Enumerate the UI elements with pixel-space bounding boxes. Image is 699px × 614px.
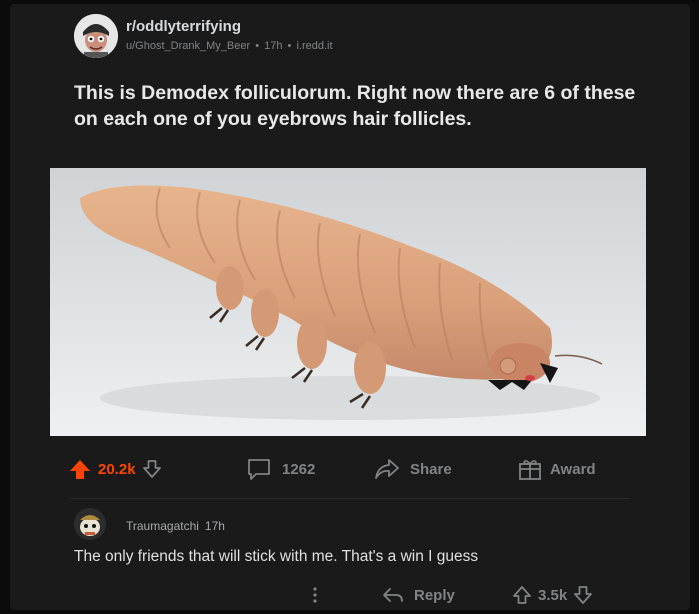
share-button[interactable]: Share [374,456,452,482]
reply-label: Reply [414,586,455,604]
section-divider [70,498,630,499]
reply-arrow-icon [382,586,404,604]
share-arrow-icon [374,458,400,480]
downvote-arrow-icon[interactable] [573,585,593,605]
more-vertical-icon[interactable] [312,582,318,608]
comment-meta: Traumagatchi 17h [126,519,225,533]
subreddit-avatar[interactable] [74,14,118,58]
meta-separator: • [255,40,260,52]
share-label: Share [410,460,452,478]
comment-count: 1262 [282,460,316,478]
comment-actions-bar: Reply 3.5k [300,582,640,606]
post-age: 17h [264,40,283,52]
upvote-arrow-icon[interactable] [68,457,92,481]
meta-separator: • [287,40,292,52]
upvote-count: 20.2k [98,460,136,478]
upvote-arrow-icon[interactable] [512,585,532,605]
post-title[interactable]: This is Demodex folliculorum. Right now … [74,80,644,132]
comment-vote-group: 3.5k [512,582,593,608]
comment-score: 3.5k [538,586,568,604]
author-link[interactable]: u/Ghost_Drank_My_Beer [126,40,250,52]
comment-avatar[interactable] [74,508,106,540]
comment-age: 17h [204,519,225,533]
subreddit-name[interactable]: r/oddlyterrifying [126,18,241,35]
comment-body: The only friends that will stick with me… [74,548,479,565]
reply-button[interactable]: Reply [382,582,455,608]
comment-username[interactable]: Traumagatchi [126,519,199,533]
comment-bubble-icon [246,457,272,481]
post-actions-bar: 20.2k 1262 Share Award [60,456,660,482]
post-meta: u/Ghost_Drank_My_Beer • 17h • i.redd.it [126,40,335,52]
award-label: Award [550,460,596,478]
post-image[interactable] [50,168,646,436]
downvote-arrow-icon[interactable] [142,459,162,479]
comments-button[interactable]: 1262 [246,456,315,482]
gift-box-icon [518,458,542,480]
post-domain[interactable]: i.redd.it [296,40,332,52]
vote-group: 20.2k [68,456,162,482]
award-button[interactable]: Award [518,456,596,482]
